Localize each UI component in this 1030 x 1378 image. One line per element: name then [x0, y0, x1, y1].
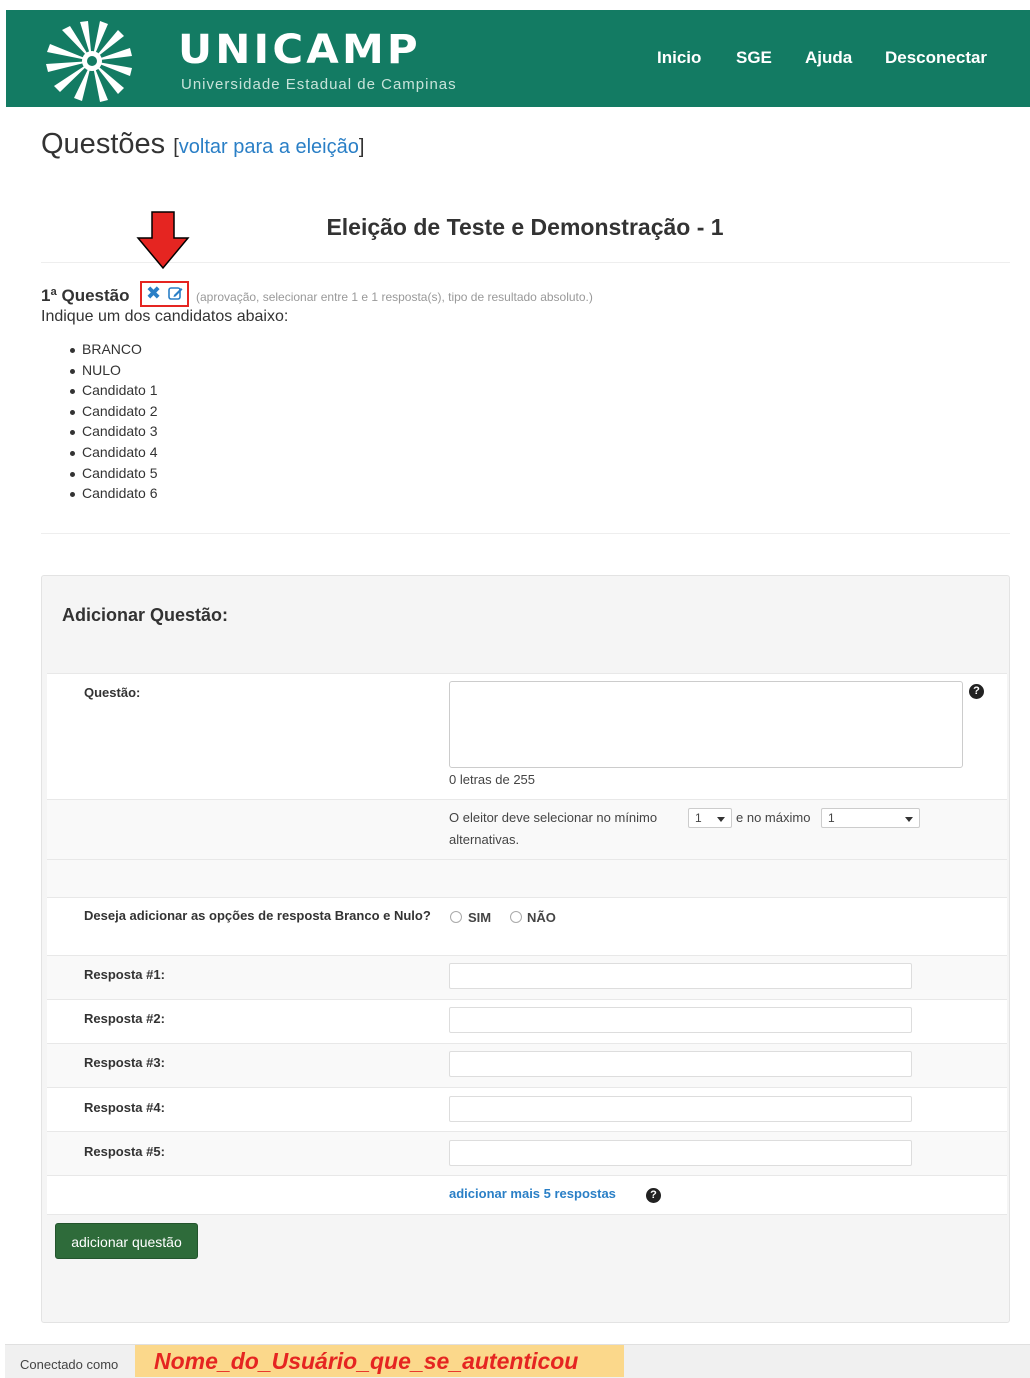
question-meta: (aprovação, selecionar entre 1 e 1 respo… [196, 290, 593, 304]
chevron-down-icon [905, 817, 913, 822]
brand-name: UNICAMP [178, 27, 421, 73]
add-more-answers-link[interactable]: adicionar mais 5 respostas [449, 1186, 616, 1201]
answer-2-label: Resposta #2: [84, 1011, 165, 1026]
question-heading: 1ª Questão [41, 286, 130, 305]
list-item: BRANCO [67, 339, 158, 360]
char-count: 0 letras de 255 [449, 772, 536, 787]
panel-title: Adicionar Questão: [62, 605, 229, 625]
answer-5-label: Resposta #5: [84, 1144, 165, 1159]
max-select[interactable]: 1 [821, 808, 920, 828]
answer-1-label: Resposta #1: [84, 967, 165, 982]
connected-as-label: Conectado como [20, 1357, 119, 1372]
page-title-text: Questões [41, 128, 166, 160]
list-item: Candidato 6 [67, 483, 158, 504]
min-select[interactable]: 1 [688, 808, 732, 828]
nav-desconectar[interactable]: Desconectar [885, 48, 987, 68]
answer-1-input[interactable] [449, 963, 912, 989]
help-icon[interactable]: ? [646, 1188, 661, 1203]
list-item: NULO [67, 360, 158, 381]
answer-3-input[interactable] [449, 1051, 912, 1077]
question-text: Indique um dos candidatos abaixo: [41, 308, 289, 325]
back-to-election-link[interactable]: voltar para a eleição [179, 136, 359, 158]
max-select-value: 1 [828, 811, 835, 825]
answer-4-label: Resposta #4: [84, 1100, 165, 1115]
question-label: Questão: [84, 685, 141, 700]
min-prefix: O eleitor deve selecionar no mínimo [449, 810, 658, 825]
list-item: Candidato 3 [67, 421, 158, 442]
min-select-value: 1 [695, 811, 702, 825]
unicamp-logo-icon [46, 21, 132, 102]
answer-3-label: Resposta #3: [84, 1055, 165, 1070]
list-item: Candidato 4 [67, 442, 158, 463]
max-prefix: e no máximo [736, 810, 811, 825]
answer-list: BRANCO NULO Candidato 1 Candidato 2 Cand… [67, 339, 158, 504]
list-item: Candidato 2 [67, 401, 158, 422]
add-question-button[interactable]: adicionar questão [55, 1223, 198, 1259]
divider [41, 533, 1010, 534]
bracket-close: ] [358, 136, 365, 158]
answer-2-input[interactable] [449, 1007, 912, 1033]
suffix-text: alternativas. [449, 832, 520, 847]
list-item: Candidato 5 [67, 463, 158, 484]
list-item: Candidato 1 [67, 380, 158, 401]
question-actions-highlight: ✖ [140, 281, 189, 307]
help-icon[interactable]: ? [969, 684, 984, 699]
radio-nao[interactable] [510, 911, 522, 923]
back-link-wrapper: [voltar para a eleição] [173, 136, 364, 158]
page-title: Questões [voltar para a eleição] [41, 128, 364, 161]
radio-sim-label: SIM [468, 910, 492, 925]
nav-inicio[interactable]: Inicio [657, 48, 701, 68]
nav-ajuda[interactable]: Ajuda [805, 48, 852, 68]
chevron-down-icon [717, 817, 725, 822]
answer-5-input[interactable] [449, 1140, 912, 1166]
red-arrow-icon [136, 211, 190, 270]
brand-subtitle: Universidade Estadual de Campinas [181, 76, 457, 93]
radio-nao-label: NÃO [527, 910, 556, 925]
edit-question-icon[interactable] [168, 286, 183, 301]
delete-question-icon[interactable]: ✖ [146, 283, 161, 304]
radio-sim[interactable] [450, 911, 462, 923]
nav-sge[interactable]: SGE [736, 48, 772, 68]
row-spacer [47, 859, 1007, 897]
blank-null-label: Deseja adicionar as opções de resposta B… [84, 908, 431, 923]
question-textarea[interactable] [449, 681, 963, 768]
site-header [6, 10, 1030, 107]
username-badge: Nome_do_Usuário_que_se_autenticou [135, 1345, 624, 1377]
answer-4-input[interactable] [449, 1096, 912, 1122]
